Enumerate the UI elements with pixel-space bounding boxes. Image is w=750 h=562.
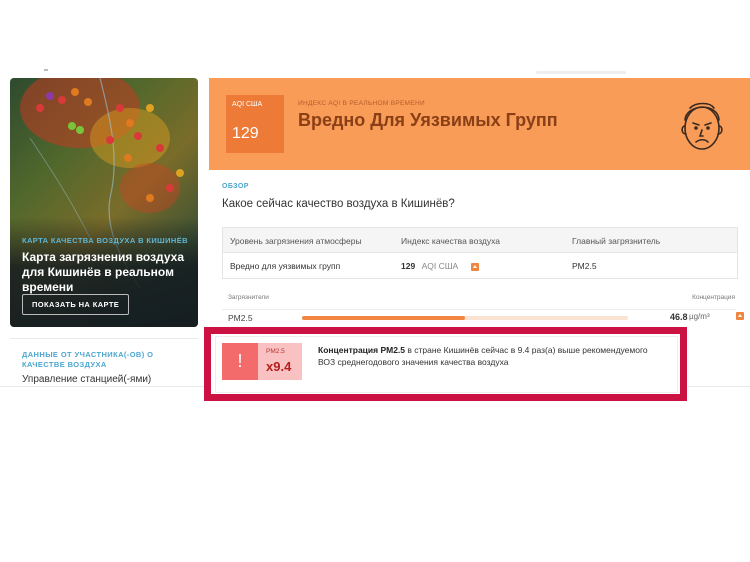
concentration-caption: Концентрация <box>692 294 735 301</box>
table-main-pollutant: PM2.5 <box>572 261 597 271</box>
map-card[interactable]: КАРТА КАЧЕСТВА ВОЗДУХА В КИШИНЁВ Карта з… <box>10 78 198 327</box>
who-comparison-text: Концентрация PM2.5 в стране Кишинёв сейч… <box>318 344 658 368</box>
aqi-label: AQI США <box>232 101 263 108</box>
manage-stations-link[interactable]: Управление станцией(-ями) <box>22 374 151 385</box>
map-caption: КАРТА КАЧЕСТВА ВОЗДУХА В КИШИНЁВ <box>22 236 188 245</box>
pollutant-unit: µg/m³ <box>689 312 710 321</box>
pollutant-name: PM2.5 <box>228 313 253 323</box>
overview-question: Какое сейчас качество воздуха в Кишинёв? <box>222 198 455 210</box>
table-aqi-unit: AQI США <box>421 261 459 271</box>
show-on-map-button[interactable]: ПОКАЗАТЬ НА КАРТЕ <box>22 294 130 315</box>
left-divider <box>10 338 198 339</box>
header-aqi: Индекс качества воздуха <box>401 236 501 246</box>
table-level: Вредно для уязвимых групп <box>230 261 341 271</box>
exclamation-icon: ! <box>222 343 258 380</box>
ratio-box: ! PM2.5 x9.4 <box>222 343 302 380</box>
who-bold-text: Концентрация PM2.5 <box>318 345 406 355</box>
map-title: Карта загрязнения воздуха для Кишинёв в … <box>22 250 184 294</box>
header-pollution-level: Уровень загрязнения атмосферы <box>230 236 362 246</box>
table-aqi-value: 129 <box>401 261 416 271</box>
pollutant-bar-fill <box>302 316 465 320</box>
pollutants-caption: Загрязнители <box>228 294 269 301</box>
ratio-value: x9.4 <box>266 359 292 374</box>
overview-caption: ОБЗОР <box>222 183 249 190</box>
top-strip <box>0 0 750 78</box>
section-divider-right <box>688 386 750 387</box>
contributors-caption: ДАННЫЕ ОТ УЧАСТНИКА(-ОВ) О КАЧЕСТВЕ ВОЗД… <box>22 350 154 369</box>
pollutant-row-divider <box>222 309 736 310</box>
top-scroll-indicator <box>536 71 626 74</box>
aqi-table: Уровень загрязнения атмосферы Индекс кач… <box>222 227 738 279</box>
aqi-value: 129 <box>232 125 259 142</box>
section-divider-left <box>0 386 205 387</box>
table-aqi-cell: 129 AQI США <box>401 261 479 271</box>
aqi-status: Вредно Для Уязвимых Групп <box>298 110 558 130</box>
header-main-pollutant: Главный загрязнитель <box>572 236 661 246</box>
pollutant-value: 46.8 <box>670 312 688 322</box>
aqi-box: AQI США 129 <box>226 95 284 153</box>
sad-face-icon <box>681 102 723 150</box>
arrow-up-icon <box>470 262 479 271</box>
top-divider <box>44 69 48 71</box>
pollutant-arrow-up-icon <box>736 312 744 320</box>
ratio-label: PM2.5 <box>266 348 285 355</box>
realtime-caption: ИНДЕКС AQI В РЕАЛЬНОМ ВРЕМЕНИ <box>298 100 425 107</box>
table-header: Уровень загрязнения атмосферы Индекс кач… <box>223 228 737 253</box>
